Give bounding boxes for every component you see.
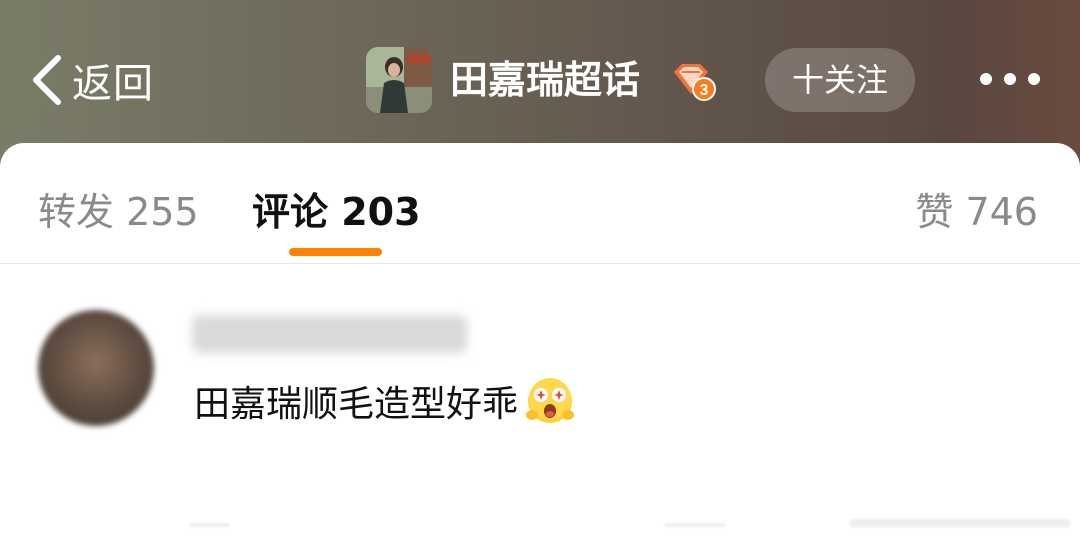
back-button[interactable]: 返回 <box>30 52 154 108</box>
supertopic-avatar-image <box>366 47 432 113</box>
more-dot <box>980 73 992 85</box>
comment-body: 田嘉瑞顺毛造型好乖 <box>194 375 576 427</box>
active-tab-indicator <box>289 248 382 256</box>
commenter-avatar[interactable] <box>38 310 154 426</box>
badge-level-number: 3 <box>700 82 709 99</box>
tab-divider <box>0 263 1080 264</box>
supertopic-avatar[interactable] <box>366 47 432 113</box>
chevron-left-icon <box>33 55 61 105</box>
back-label: 返回 <box>72 61 154 107</box>
starry-eyed-emoji-icon <box>526 378 575 423</box>
comments-panel: 转发 255 评论 203 赞 746 田嘉瑞顺毛造型好乖 <box>0 143 1080 545</box>
more-dot <box>1028 73 1040 85</box>
level-badge-icon: 3 <box>674 64 716 101</box>
next-item-hint <box>190 523 230 527</box>
more-dot <box>1004 73 1016 85</box>
tab-like[interactable]: 赞 746 <box>915 181 1038 236</box>
page-title[interactable]: 田嘉瑞超话 <box>450 52 640 108</box>
next-item-hint <box>850 519 1070 527</box>
comment-text: 田嘉瑞顺毛造型好乖 <box>194 384 519 425</box>
commenter-name-blurred[interactable] <box>192 315 467 353</box>
tab-comment[interactable]: 评论 203 <box>252 181 421 236</box>
next-item-hint <box>665 523 725 527</box>
tab-repost[interactable]: 转发 255 <box>38 181 199 236</box>
more-dots-icon[interactable] <box>980 73 1040 87</box>
follow-button[interactable]: 十关注 <box>765 48 915 112</box>
